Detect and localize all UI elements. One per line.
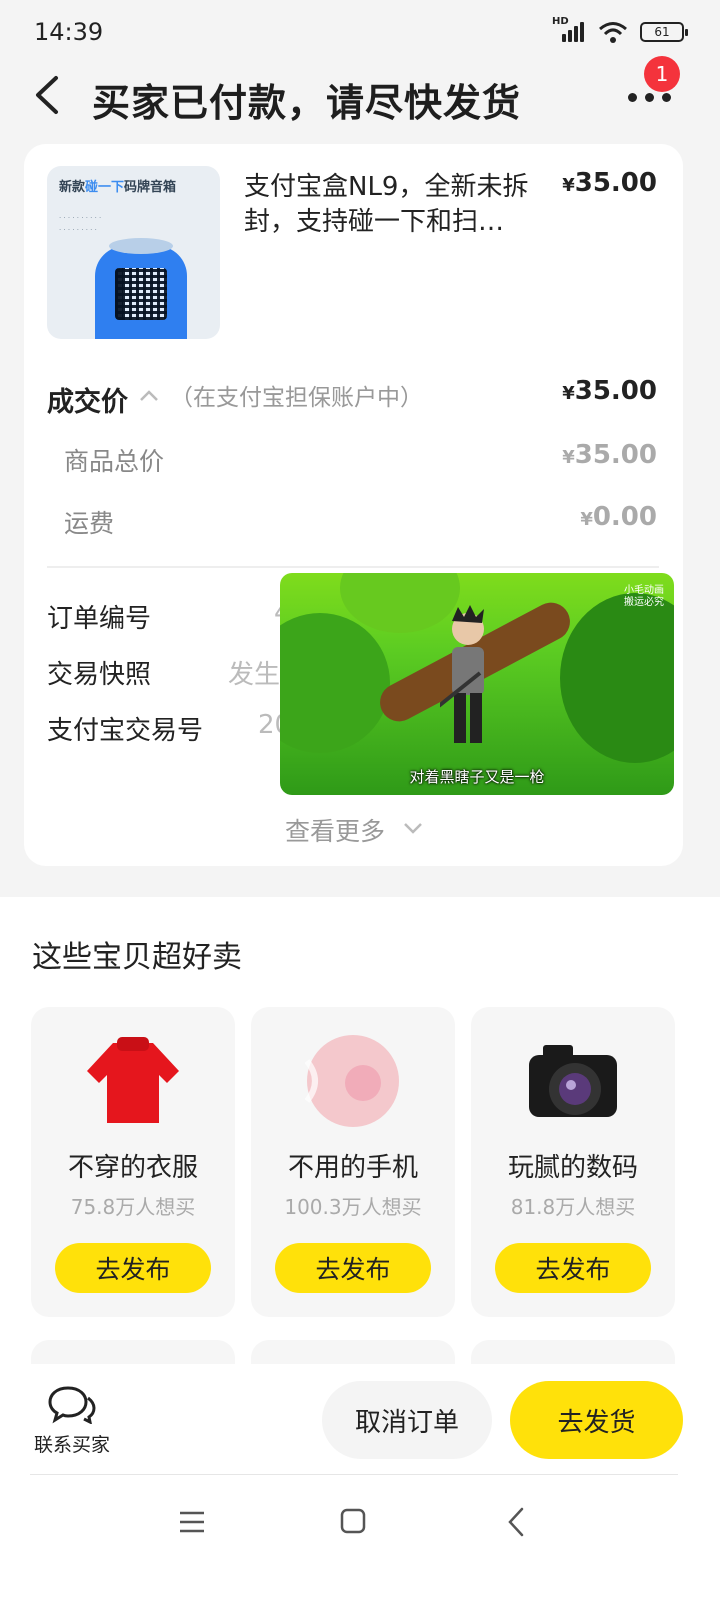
contact-buyer-button[interactable]: 联系买家: [30, 1384, 114, 1464]
recommend-want-count: 81.8万人想买: [510, 1195, 636, 1219]
camera-icon: [529, 1045, 617, 1117]
product-thumbnail[interactable]: 新款碰一下码牌音箱 · · · · · · · · · · · · · · · ·…: [47, 166, 220, 339]
nav-back-icon[interactable]: [506, 1506, 526, 1538]
page-title: 买家已付款，请尽快发货: [92, 81, 522, 125]
signal-icon: HD: [552, 16, 586, 44]
goods-total-label: 商品总价: [64, 447, 165, 476]
recommend-want-count: 75.8万人想买: [70, 1195, 196, 1219]
chat-bubble-icon: [48, 1386, 96, 1424]
publish-button[interactable]: 去发布: [275, 1243, 431, 1293]
deal-price-label[interactable]: 成交价: [47, 380, 128, 419]
see-more-link[interactable]: 查看更多: [285, 812, 385, 848]
speaker-device-image: [95, 238, 187, 339]
network-type: HD: [552, 16, 569, 27]
status-icons: HD 61: [552, 16, 688, 44]
ship-button[interactable]: 去发货: [510, 1381, 683, 1459]
floating-video-player[interactable]: 小毛动画 搬运必究 对着黑瞎子又是一枪: [280, 573, 674, 795]
order-number-label: 订单编号: [47, 604, 152, 634]
back-arrow-icon[interactable]: [28, 70, 68, 120]
alipay-trade-no-label: 支付宝交易号: [47, 716, 204, 746]
shipping-label: 运费: [64, 509, 115, 538]
thumb-caption: 新款碰一下码牌音箱: [59, 180, 177, 195]
cartoon-character: [440, 605, 484, 743]
chevron-down-icon[interactable]: [402, 820, 424, 836]
publish-button[interactable]: 去发布: [495, 1243, 651, 1293]
publish-button[interactable]: 去发布: [55, 1243, 211, 1293]
qr-code-icon: [115, 268, 167, 320]
recommend-name: 不穿的衣服: [67, 1153, 198, 1183]
contact-buyer-label: 联系买家: [33, 1434, 110, 1456]
status-time: 14:39: [34, 18, 104, 46]
battery-icon: 61: [640, 22, 688, 42]
deal-price: ¥35.00: [562, 376, 657, 406]
home-icon[interactable]: [340, 1508, 366, 1534]
recommend-title: 这些宝贝超好卖: [32, 940, 242, 975]
snapshot-label: 交易快照: [47, 660, 152, 690]
notification-badge: 1: [644, 56, 680, 92]
red-sweater-icon: [87, 1037, 179, 1123]
wifi-icon: [599, 22, 627, 43]
item-title[interactable]: 支付宝盒NL9，全新未拆封，支持碰一下和扫…: [244, 170, 544, 240]
phone-case-icon: [304, 1035, 399, 1127]
item-price: ¥35.00: [562, 168, 657, 198]
recent-apps-icon[interactable]: [178, 1510, 206, 1534]
chevron-up-icon[interactable]: [138, 388, 160, 404]
shipping-fee: ¥0.00: [580, 502, 657, 532]
recommend-name: 不用的手机: [287, 1153, 418, 1183]
system-nav-bar: [0, 1475, 720, 1600]
thumb-fine-print: · · · · · · · · · · · · · · · · · · ·: [59, 214, 102, 234]
more-dots-icon: [628, 93, 671, 102]
video-watermark: 小毛动画 搬运必究: [624, 585, 664, 608]
more-menu-button[interactable]: 1: [622, 56, 680, 118]
video-subtitle: 对着黑瞎子又是一枪: [409, 768, 545, 786]
recommend-card-digital[interactable]: 玩腻的数码 81.8万人想买 去发布: [471, 1007, 675, 1317]
recommend-card-phone[interactable]: 不用的手机 100.3万人想买 去发布: [251, 1007, 455, 1317]
snapshot-value[interactable]: 发生: [228, 654, 280, 691]
battery-level: 61: [654, 25, 670, 39]
cancel-order-button[interactable]: 取消订单: [322, 1381, 492, 1459]
goods-total: ¥35.00: [562, 440, 657, 470]
recommend-want-count: 100.3万人想买: [284, 1195, 422, 1219]
escrow-note: （在支付宝担保账户中）: [170, 385, 423, 411]
divider: [47, 566, 659, 568]
recommend-card-clothes[interactable]: 不穿的衣服 75.8万人想买 去发布: [31, 1007, 235, 1317]
recommend-name: 玩腻的数码: [507, 1153, 638, 1183]
